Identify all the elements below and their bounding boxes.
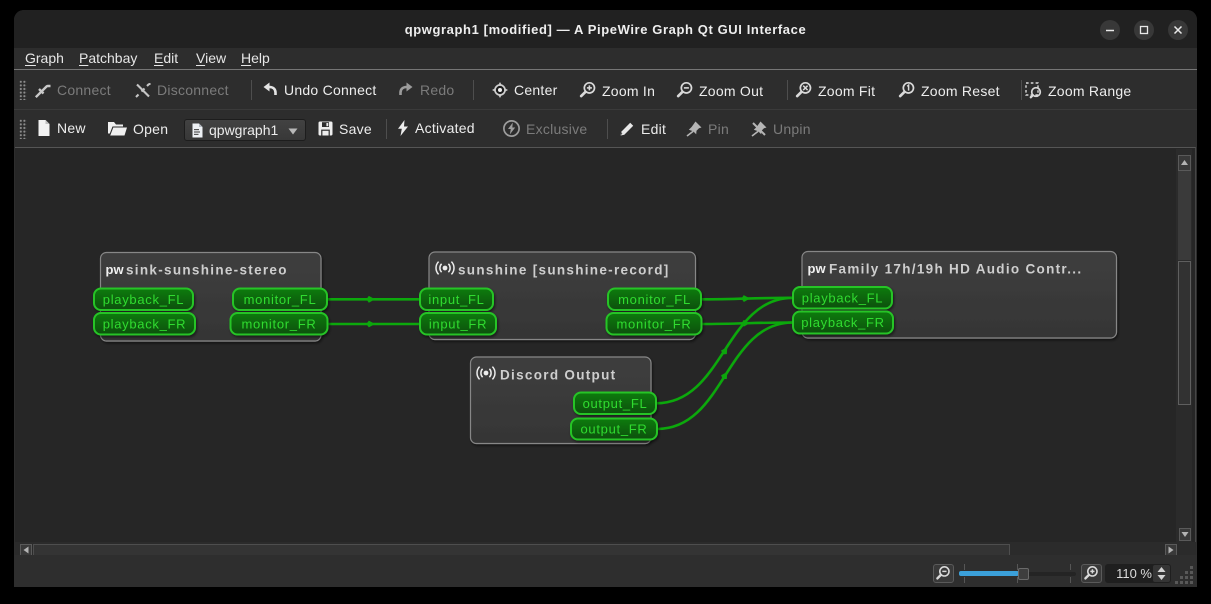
svg-text:monitor_FR: monitor_FR — [617, 317, 692, 332]
svg-text:pw: pw — [106, 262, 125, 277]
svg-text:playback_FR: playback_FR — [103, 317, 187, 332]
svg-text:output_FL: output_FL — [583, 396, 648, 411]
svg-text:playback_FL: playback_FL — [802, 291, 883, 306]
svg-text:monitor_FR: monitor_FR — [242, 317, 317, 332]
svg-text:input_FL: input_FL — [428, 292, 484, 307]
svg-text:Family 17h/19h HD Audio Contr.: Family 17h/19h HD Audio Contr... — [829, 262, 1082, 277]
svg-text:sink-sunshine-stereo: sink-sunshine-stereo — [126, 263, 288, 278]
svg-text:pw: pw — [808, 261, 827, 276]
svg-text:input_FR: input_FR — [429, 317, 487, 332]
svg-text:monitor_FL: monitor_FL — [244, 292, 317, 307]
svg-text:output_FR: output_FR — [580, 422, 647, 437]
svg-text:playback_FR: playback_FR — [801, 315, 885, 330]
svg-text:monitor_FL: monitor_FL — [618, 292, 691, 307]
svg-text:sunshine [sunshine-record]: sunshine [sunshine-record] — [458, 263, 670, 278]
svg-text:playback_FL: playback_FL — [103, 292, 184, 307]
svg-text:Discord Output: Discord Output — [500, 368, 616, 383]
